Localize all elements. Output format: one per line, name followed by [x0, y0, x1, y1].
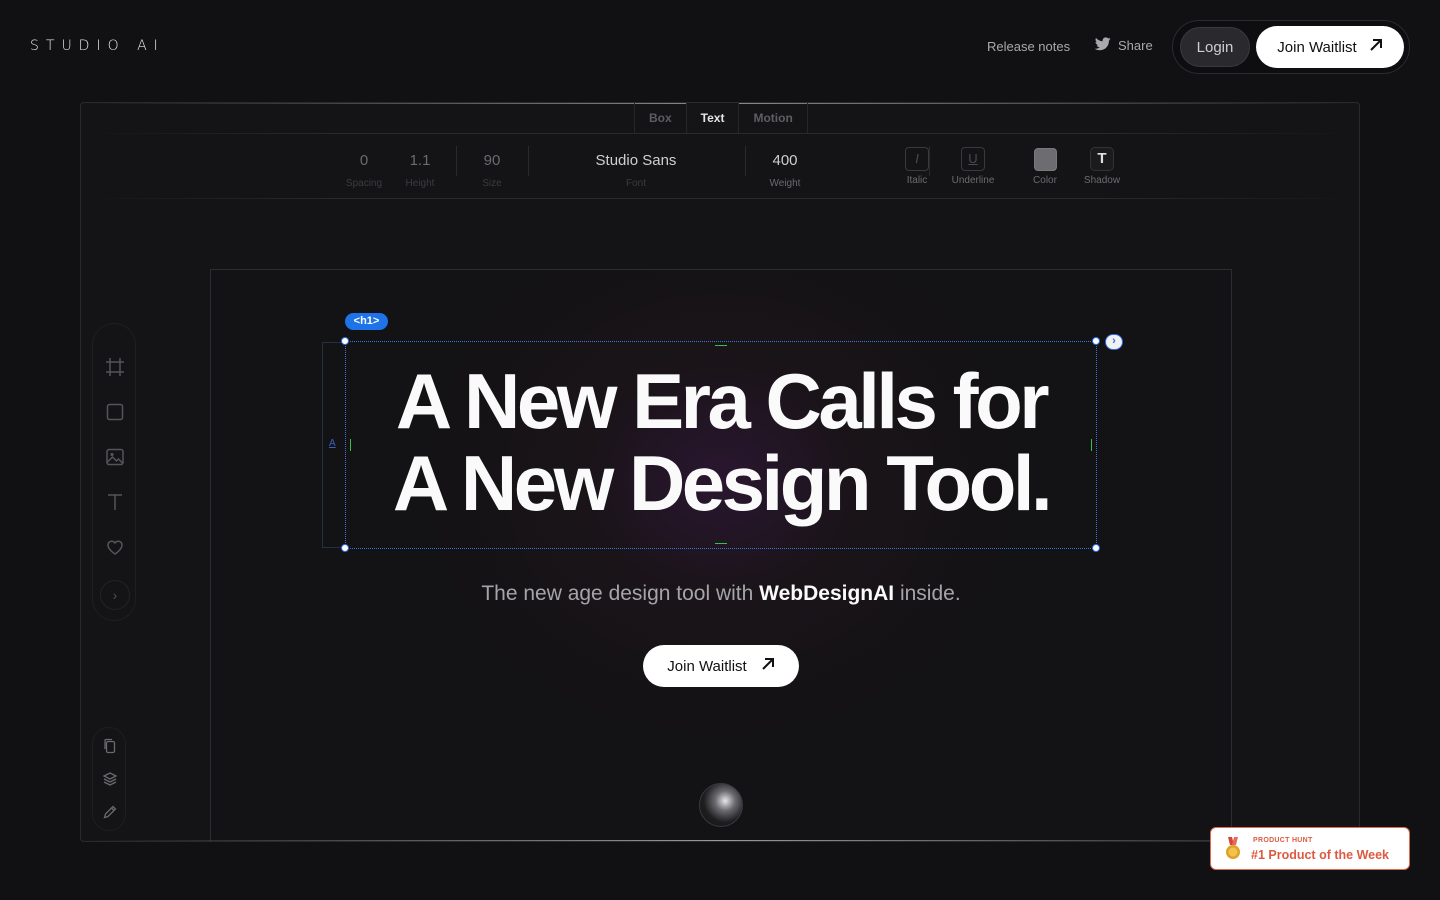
text-icon[interactable] [105, 492, 125, 512]
italic-icon: I [905, 147, 929, 171]
color-swatch [1033, 148, 1057, 171]
shadow-icon: T [1090, 147, 1114, 171]
toolbar-divider [745, 146, 746, 176]
layers-icon[interactable] [102, 771, 118, 787]
product-hunt-rank: #1 Product of the Week [1251, 848, 1389, 862]
weight-control[interactable]: 400 Weight [760, 134, 810, 198]
subline-brand: WebDesignAI [759, 582, 895, 605]
product-hunt-badge[interactable]: PRODUCT HUNT #1 Product of the Week [1210, 827, 1410, 870]
heart-icon[interactable] [105, 537, 125, 557]
copy-icon[interactable] [102, 738, 118, 754]
product-hunt-label: PRODUCT HUNT [1253, 837, 1313, 844]
weight-value: 400 [772, 152, 798, 169]
tab-box[interactable]: Box [635, 103, 686, 133]
italic-label: Italic [906, 175, 928, 186]
arrow-up-right-icon [1369, 38, 1383, 56]
underline-icon: U [961, 147, 985, 171]
line-height-value: 1.1 [409, 152, 431, 169]
underline-control[interactable]: U Underline [948, 134, 998, 198]
italic-control[interactable]: I Italic [902, 134, 932, 198]
property-tabs: Box Text Motion [634, 103, 808, 133]
arrow-up-right-icon [761, 657, 775, 675]
toolbar-divider [528, 146, 529, 176]
font-control[interactable]: Studio Sans Font [566, 134, 706, 198]
join-waitlist-button[interactable]: Join Waitlist [1256, 26, 1404, 68]
join-waitlist-label: Join Waitlist [1277, 38, 1357, 56]
editor-frame: Box Text Motion 0 Spacing 1.1 Height 90 … [80, 102, 1360, 842]
color-label: Color [1033, 175, 1057, 186]
tab-text[interactable]: Text [685, 103, 740, 133]
underline-label: Underline [951, 175, 995, 186]
left-toolbar: › [92, 323, 136, 621]
toolbar-divider [456, 146, 457, 176]
spacing-control[interactable]: 0 Spacing [344, 134, 384, 198]
hero-subline: The new age design tool with WebDesignAI… [211, 582, 1231, 606]
selection-box[interactable] [345, 341, 1097, 549]
spacing-label: Spacing [345, 178, 383, 189]
twitter-icon [1094, 37, 1111, 54]
padding-guide-bottom [715, 543, 727, 544]
font-label: Font [625, 178, 646, 189]
element-tag-badge: <h1> [345, 313, 388, 330]
resize-handle-bottom-right[interactable] [1092, 544, 1100, 552]
spacing-value: 0 [359, 152, 369, 169]
design-canvas[interactable]: <h1> A A New Era Calls for A New Design … [210, 269, 1232, 841]
subline-text-end: inside. [894, 582, 961, 605]
padding-guide-left [350, 439, 351, 451]
chevron-right-icon[interactable]: › [1105, 334, 1123, 350]
tab-motion[interactable]: Motion [739, 103, 806, 133]
square-icon[interactable] [105, 402, 125, 422]
ai-orb-button[interactable] [699, 783, 743, 827]
share-link[interactable]: Share [1094, 37, 1153, 54]
padding-guide-top [715, 345, 727, 346]
line-height-label: Height [405, 178, 435, 189]
size-label: Size [482, 178, 502, 189]
studio-ai-logo[interactable]: STUDIO AI [30, 38, 165, 54]
pencil-icon[interactable] [102, 804, 118, 820]
medal-icon [1224, 837, 1242, 861]
weight-label: Weight [769, 178, 801, 189]
shadow-label: Shadow [1083, 175, 1121, 186]
toolbar-divider [929, 146, 930, 176]
share-label: Share [1118, 38, 1153, 53]
login-button[interactable]: Login [1180, 27, 1250, 67]
shadow-control[interactable]: T Shadow [1081, 134, 1123, 198]
line-height-control[interactable]: 1.1 Height [400, 134, 440, 198]
size-control[interactable]: 90 Size [472, 134, 512, 198]
text-anchor-marker: A [329, 438, 336, 449]
text-toolbar: 0 Spacing 1.1 Height 90 Size Studio Sans… [326, 134, 1120, 198]
size-value: 90 [483, 152, 501, 169]
chevron-right-icon[interactable]: › [100, 580, 130, 610]
hero-join-waitlist-button[interactable]: Join Waitlist [643, 645, 799, 687]
spacing-guide [322, 342, 323, 548]
color-control[interactable]: Color [1030, 134, 1060, 198]
resize-handle-top-right[interactable] [1092, 337, 1100, 345]
hero-join-waitlist-label: Join Waitlist [667, 657, 747, 675]
image-icon[interactable] [105, 447, 125, 467]
toolbar-divider-line [81, 198, 1359, 199]
frame-icon[interactable] [105, 357, 125, 377]
resize-handle-bottom-left[interactable] [341, 544, 349, 552]
padding-guide-right [1091, 439, 1092, 451]
subline-text: The new age design tool with [481, 582, 760, 605]
resize-handle-top-left[interactable] [341, 337, 349, 345]
release-notes-link[interactable]: Release notes [987, 39, 1070, 54]
auth-group: Login Join Waitlist [1172, 20, 1410, 74]
bottom-left-toolbar [92, 727, 126, 831]
font-value: Studio Sans [595, 152, 677, 169]
